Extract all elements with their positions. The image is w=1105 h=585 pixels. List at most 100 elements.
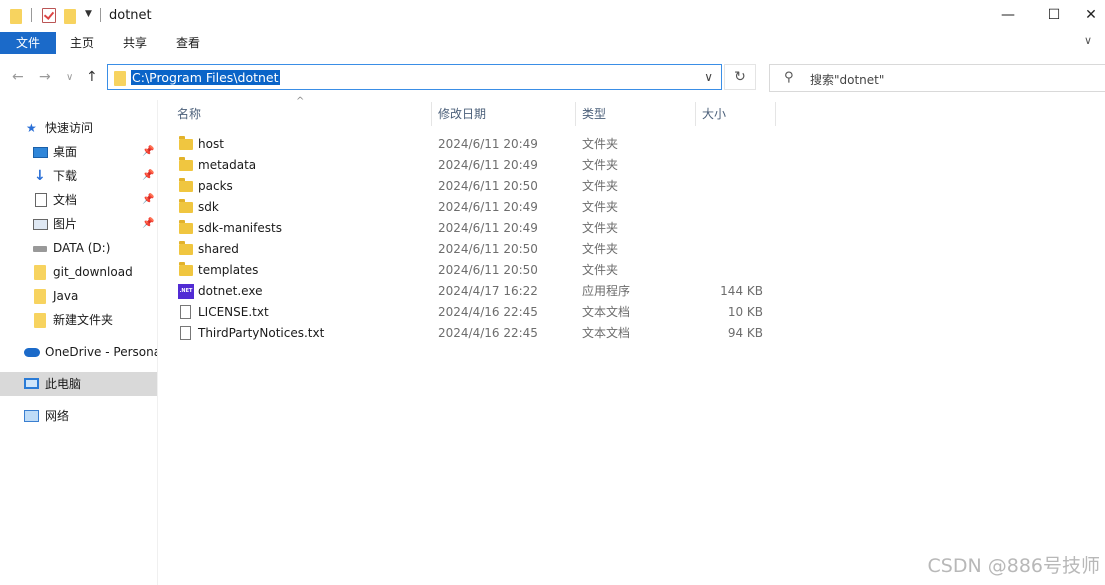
file-name: metadata [198,158,257,172]
nav-item-label: git_download [53,265,133,279]
file-row[interactable]: metadata 2024/6/11 20:49 文件夹 [173,155,783,176]
folder-icon [34,265,46,280]
refresh-button[interactable]: ↻ [724,64,756,90]
file-type: 文件夹 [582,242,619,256]
up-arrow-icon[interactable]: ↑ [86,69,98,85]
tab-share[interactable]: 共享 [115,32,155,54]
nav-item-git-download[interactable]: git_download [0,260,157,284]
nav-item-downloads[interactable]: ↓ 下载 📌 [0,164,157,188]
column-divider[interactable] [695,102,696,126]
sort-ascending-icon: ^ [296,96,305,107]
column-header-name[interactable]: 名称 [177,100,201,128]
file-size: 144 KB [720,284,763,298]
title-separator [100,8,101,22]
properties-icon[interactable] [42,8,56,23]
file-type: 文件夹 [582,158,619,172]
minimize-button[interactable]: — [985,0,1031,30]
file-date: 2024/4/17 16:22 [438,284,538,298]
file-row[interactable]: LICENSE.txt 2024/4/16 22:45 文本文档 10 KB [173,302,783,323]
forward-arrow-icon[interactable]: → [39,69,51,85]
file-date: 2024/6/11 20:50 [438,263,538,277]
pin-icon: 📌 [142,146,155,157]
file-date: 2024/6/11 20:49 [438,158,538,172]
nav-item-documents[interactable]: 文档 📌 [0,188,157,212]
column-header-date[interactable]: 修改日期 [438,100,486,128]
file-name: ThirdPartyNotices.txt [198,326,325,340]
file-size: 10 KB [727,305,763,319]
nav-item-pictures[interactable]: 图片 📌 [0,212,157,236]
expand-ribbon-chevron-down-icon[interactable]: ∨ [1084,34,1092,47]
file-row[interactable]: ThirdPartyNotices.txt 2024/4/16 22:45 文本… [173,323,783,344]
nav-item-this-pc[interactable]: 此电脑 [0,372,157,396]
nav-item-network[interactable]: 网络 [0,404,157,428]
maximize-button[interactable]: ☐ [1031,0,1077,30]
file-row[interactable]: shared 2024/6/11 20:50 文件夹 [173,239,783,260]
column-header-size[interactable]: 大小 [702,100,726,128]
file-type: 文本文档 [582,326,631,340]
customize-toolbar-chevron-down-icon[interactable]: ▼ [85,9,92,19]
address-bar[interactable]: C:\Program Files\dotnet ∨ [107,64,722,90]
file-row[interactable]: sdk-manifests 2024/6/11 20:49 文件夹 [173,218,783,239]
column-divider[interactable] [431,102,432,126]
file-row[interactable]: .NET dotnet.exe 2024/4/17 16:22 应用程序 144… [173,281,783,302]
file-date: 2024/6/11 20:50 [438,242,538,256]
nav-item-label: 网络 [45,409,70,423]
file-row[interactable]: sdk 2024/6/11 20:49 文件夹 [173,197,783,218]
nav-item-label: DATA (D:) [53,241,111,255]
nav-item-label: 图片 [53,217,78,231]
file-date: 2024/6/11 20:49 [438,137,538,151]
folder-icon [34,289,46,304]
file-name: templates [198,263,259,277]
pin-icon: 📌 [142,170,155,181]
quick-access-folder-icon[interactable] [10,8,22,24]
recent-locations-chevron-down-icon[interactable]: ∨ [66,72,73,83]
file-name: LICENSE.txt [198,305,269,319]
dotnet-exe-icon: .NET [178,284,194,299]
download-icon: ↓ [34,168,46,184]
file-row[interactable]: templates 2024/6/11 20:50 文件夹 [173,260,783,281]
folder-icon [179,199,193,213]
file-type: 文件夹 [582,179,619,193]
nav-item-new-folder[interactable]: 新建文件夹 [0,308,157,332]
nav-item-onedrive[interactable]: OneDrive - Persona [0,340,157,364]
file-name: sdk [198,200,219,214]
file-date: 2024/6/11 20:49 [438,221,538,235]
close-button[interactable]: ✕ [1077,0,1105,30]
tab-home[interactable]: 主页 [62,32,102,54]
tab-view[interactable]: 查看 [168,32,208,54]
column-divider[interactable] [775,102,776,126]
file-row[interactable]: packs 2024/6/11 20:50 文件夹 [173,176,783,197]
text-file-icon [180,305,191,319]
folder-icon [34,313,46,328]
file-name: packs [198,179,233,193]
nav-item-desktop[interactable]: 桌面 📌 [0,140,157,164]
text-file-icon [180,326,191,340]
title-bar: ▼ dotnet — ☐ ✕ [0,0,1105,32]
file-type: 应用程序 [582,284,631,298]
ribbon: 文件 主页 共享 查看 ∨ [0,32,1105,54]
file-row[interactable]: host 2024/6/11 20:49 文件夹 [173,134,783,155]
tab-file[interactable]: 文件 [0,32,56,54]
back-arrow-icon[interactable]: ← [12,69,24,85]
file-name: dotnet.exe [198,284,263,298]
document-icon [35,193,47,207]
refresh-icon: ↻ [734,69,746,85]
file-name: shared [198,242,239,256]
toolbar-separator [31,8,32,22]
address-path[interactable]: C:\Program Files\dotnet [131,70,280,85]
address-dropdown-chevron-down-icon[interactable]: ∨ [704,70,713,84]
file-type: 文件夹 [582,263,619,277]
file-size: 94 KB [727,326,763,340]
address-row: ← → ∨ ↑ C:\Program Files\dotnet ∨ ↻ ⚲ 搜索… [0,54,1105,100]
search-box[interactable]: ⚲ 搜索"dotnet" [769,64,1105,92]
file-name: sdk-manifests [198,221,282,235]
nav-item-java[interactable]: Java [0,284,157,308]
file-date: 2024/4/16 22:45 [438,326,538,340]
column-header-type[interactable]: 类型 [582,100,606,128]
new-folder-icon[interactable] [64,8,76,24]
nav-item-data-drive[interactable]: DATA (D:) [0,236,157,260]
column-divider[interactable] [575,102,576,126]
file-type: 文件夹 [582,200,619,214]
pin-icon: 📌 [142,218,155,229]
nav-item-quick-access[interactable]: ★ 快速访问 [0,116,157,140]
